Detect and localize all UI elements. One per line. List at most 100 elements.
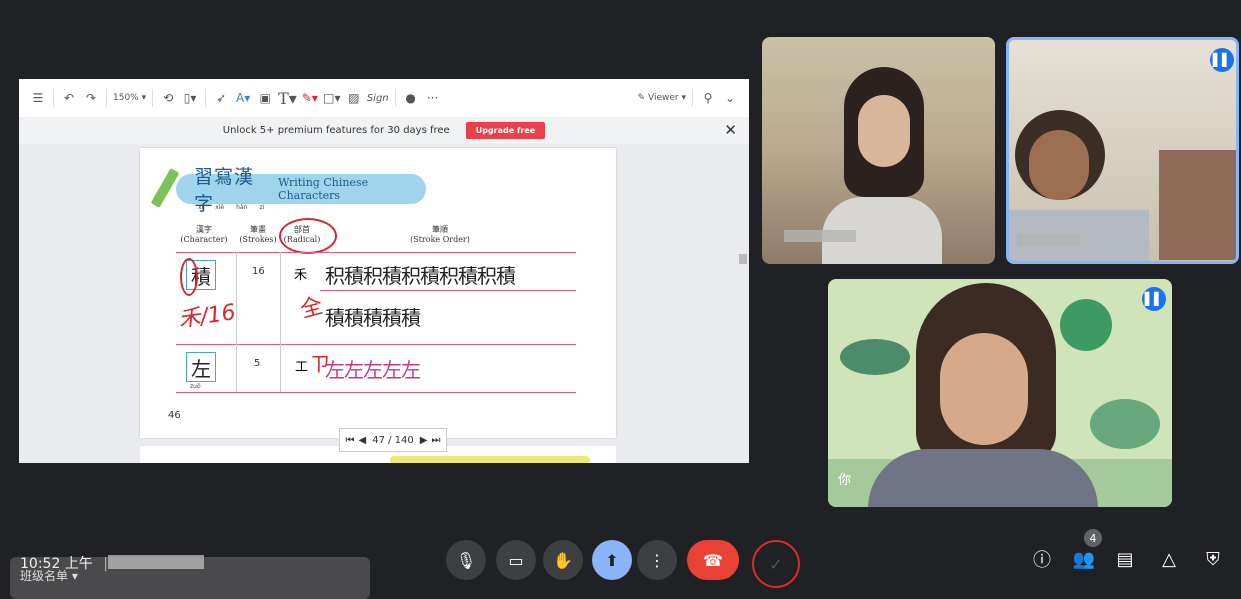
speaking-indicator-icon: ▌▌ <box>1210 48 1234 72</box>
col-header-stroke-order: 筆順 (Stroke Order) <box>390 225 490 245</box>
speaking-indicator-icon: ▌▌ <box>1142 287 1166 311</box>
worksheet-title: 習寫漢字 Writing Chinese Characters <box>176 166 426 215</box>
more-options-button[interactable]: ⋮ <box>637 540 677 580</box>
text-box-icon[interactable]: ▣ <box>256 87 274 109</box>
pinyin: hàn <box>236 204 248 211</box>
strokes-count: 16 <box>252 266 265 277</box>
participant-name-blurred <box>784 230 856 242</box>
row-divider <box>320 290 576 291</box>
people-button[interactable]: 👥 <box>1069 544 1099 574</box>
undo-icon[interactable]: ↶ <box>60 87 78 109</box>
zoom-select[interactable]: 150% ▾ <box>113 87 146 109</box>
pdf-toolbar: ☰ ↶ ↷ 150% ▾ ⟲ ▯▾ ➶ A▾ ▣ T▾ ✎▾ □▾ ▨ Sign… <box>19 79 749 118</box>
meeting-info-button[interactable]: ⓘ <box>1027 544 1057 574</box>
pen-icon[interactable]: ✎▾ <box>301 87 319 109</box>
participant-tile-speaking[interactable]: ▌▌ <box>1006 37 1239 264</box>
window-curtain <box>1159 150 1236 260</box>
sign-button[interactable]: Sign <box>367 87 389 109</box>
mic-button[interactable]: 🎙 <box>446 540 486 580</box>
decorative-stripe <box>390 456 590 463</box>
radical: 禾 <box>294 268 308 283</box>
background-fish <box>1060 299 1112 351</box>
redo-icon[interactable]: ↷ <box>82 87 100 109</box>
viewer-label: Viewer ▾ <box>648 93 686 103</box>
present-button[interactable]: ⬆ <box>592 540 632 580</box>
close-icon[interactable]: ✕ <box>724 121 737 139</box>
chat-icon: ▤ <box>1116 548 1134 570</box>
document-page: 習寫漢字 Writing Chinese Characters xí xiě h… <box>140 148 616 438</box>
divider <box>152 89 154 107</box>
divider <box>692 89 693 107</box>
present-icon: ⬆ <box>605 550 619 570</box>
premium-banner: Unlock 5+ premium features for 30 days f… <box>19 117 749 144</box>
viewer-pen-icon: ✎ <box>637 93 646 103</box>
chevron-down-icon[interactable]: ⌄ <box>721 87 739 109</box>
people-icon: 👥 <box>1072 548 1096 570</box>
participant-face <box>940 333 1028 445</box>
col-han: 漢字 <box>196 225 212 234</box>
check-icon: ✓ <box>769 554 783 574</box>
page-icon[interactable]: ▯▾ <box>181 87 199 109</box>
col-divider <box>280 252 281 392</box>
next-page-icon[interactable]: ▶ <box>420 435 428 446</box>
info-icon: ⓘ <box>1033 550 1051 571</box>
camera-icon: ▭ <box>508 550 524 570</box>
shared-screen: ☰ ↶ ↷ 150% ▾ ⟲ ▯▾ ➶ A▾ ▣ T▾ ✎▾ □▾ ▨ Sign… <box>19 79 749 463</box>
shape-icon[interactable]: □▾ <box>323 87 341 109</box>
character-box: 左 <box>186 352 216 382</box>
viewer-mode-button[interactable]: ✎ Viewer ▾ <box>637 87 686 109</box>
participant-face <box>1029 130 1089 200</box>
rotate-icon[interactable]: ⟲ <box>159 87 177 109</box>
page-navigator: ⏮ ◀ 47 / 140 ▶ ⏭ <box>339 428 447 452</box>
highlight-icon[interactable]: A▾ <box>234 87 252 109</box>
people-count-badge: 4 <box>1084 529 1102 547</box>
self-name-label: 你 <box>838 473 852 488</box>
pinyin: xiě <box>215 204 225 211</box>
col-han: 筆順 <box>432 225 448 234</box>
activities-button[interactable]: △ <box>1154 544 1184 574</box>
scrollbar-thumb[interactable] <box>739 254 747 264</box>
check-button[interactable]: ✓ <box>752 540 800 588</box>
end-call-button[interactable]: ☎ <box>687 540 739 580</box>
search-icon[interactable]: ⚲ <box>699 87 717 109</box>
class-list-dropdown[interactable]: 班级名单 ▾ <box>20 567 78 584</box>
select-icon[interactable]: ➶ <box>212 87 230 109</box>
title-pinyin: xí xiě hàn zì <box>198 204 264 211</box>
first-page-icon[interactable]: ⏮ <box>346 435 355 446</box>
chat-button[interactable]: ▤ <box>1110 544 1140 574</box>
activities-icon: △ <box>1162 548 1176 570</box>
raise-hand-button[interactable]: ✋ <box>543 540 583 580</box>
handwritten-annotation: 禾/16 <box>176 300 238 333</box>
host-controls-button[interactable]: ⛨ <box>1198 544 1228 574</box>
image-icon[interactable]: ▨ <box>345 87 363 109</box>
title-en: Writing Chinese Characters <box>278 176 369 202</box>
strokes-count: 5 <box>254 358 261 369</box>
prev-page-icon[interactable]: ◀ <box>359 435 367 446</box>
page-indicator[interactable]: 47 / 140 <box>372 435 414 446</box>
pinyin: zì <box>259 204 265 211</box>
divider <box>106 89 107 107</box>
document-area: 習寫漢字 Writing Chinese Characters xí xiě h… <box>19 144 749 463</box>
annotation-circle <box>180 258 198 296</box>
thumbnails-icon[interactable]: ☰ <box>29 87 47 109</box>
col-en: (Stroke Order) <box>410 235 470 244</box>
stroke-order-row: 积積积積积積积積积積 <box>325 264 516 288</box>
divider <box>53 89 54 107</box>
divider <box>205 89 207 107</box>
camera-button[interactable]: ▭ <box>496 540 536 580</box>
text-icon[interactable]: T▾ <box>278 87 297 109</box>
last-page-icon[interactable]: ⏭ <box>431 435 440 446</box>
participant-name-blurred <box>1017 234 1081 246</box>
participant-body <box>868 449 1098 507</box>
comment-icon[interactable]: ● <box>402 87 420 109</box>
self-view-tile[interactable]: 你 ▌▌ <box>828 279 1172 507</box>
upgrade-button[interactable]: Upgrade free <box>465 122 546 139</box>
participant-tile[interactable] <box>762 37 995 264</box>
scrollbar[interactable] <box>739 144 747 463</box>
more-tools-button[interactable]: ··· <box>424 87 442 109</box>
col-han: 筆畫 <box>250 225 266 234</box>
background-fish <box>1090 399 1160 449</box>
banner-text: Unlock 5+ premium features for 30 days f… <box>222 125 450 136</box>
stroke-order-row: 積積積積積 <box>325 306 421 330</box>
col-header-strokes: 筆畫 (Strokes) <box>236 225 280 245</box>
